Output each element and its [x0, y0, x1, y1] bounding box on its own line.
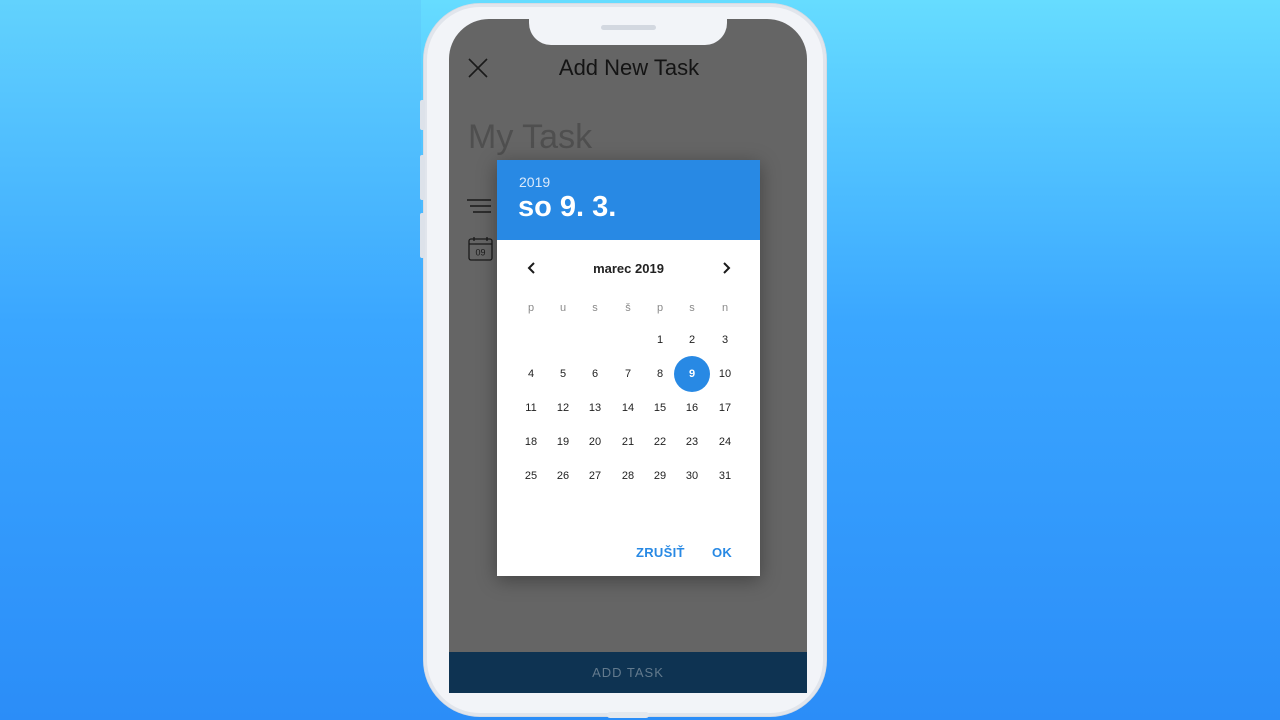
selected-date-label: so 9. 3.: [518, 191, 617, 223]
prev-month-button[interactable]: [521, 257, 543, 279]
phone-side-button: [420, 100, 425, 130]
menu-lines-icon[interactable]: [467, 198, 491, 214]
calendar-day[interactable]: 6: [577, 356, 613, 392]
calendar-day[interactable]: 19: [545, 424, 581, 460]
calendar-day[interactable]: 26: [545, 458, 581, 494]
calendar-day[interactable]: 4: [513, 356, 549, 392]
calendar-day[interactable]: 10: [707, 356, 743, 392]
weekday-label: u: [559, 302, 567, 314]
calendar-day[interactable]: 28: [610, 458, 646, 494]
calendar-day-selected[interactable]: 9: [674, 356, 710, 392]
calendar-day[interactable]: 25: [513, 458, 549, 494]
weekday-label: s: [689, 302, 695, 314]
date-picker-dialog: 2019 so 9. 3. marec 2019 pusšpsn 1234567…: [497, 160, 760, 576]
weekday-label: š: [625, 302, 631, 314]
calendar-day[interactable]: 29: [642, 458, 678, 494]
calendar-day[interactable]: 16: [674, 390, 710, 426]
phone-speaker: [601, 25, 656, 30]
calendar-day[interactable]: 24: [707, 424, 743, 460]
chevron-right-icon: [723, 262, 731, 274]
calendar-day[interactable]: 23: [674, 424, 710, 460]
phone-home-indicator: [607, 712, 649, 718]
task-name-input[interactable]: My Task: [468, 118, 592, 157]
weekday-label: p: [527, 302, 535, 314]
calendar-day[interactable]: 21: [610, 424, 646, 460]
calendar-day[interactable]: 31: [707, 458, 743, 494]
weekday-label: s: [592, 302, 598, 314]
calendar-icon[interactable]: 09: [468, 236, 494, 262]
calendar-day[interactable]: 2: [674, 322, 710, 358]
year-label[interactable]: 2019: [519, 174, 550, 190]
date-picker-header: 2019 so 9. 3.: [497, 160, 760, 240]
calendar-day[interactable]: 3: [707, 322, 743, 358]
close-icon[interactable]: [468, 58, 488, 78]
next-month-button[interactable]: [715, 257, 737, 279]
calendar-day[interactable]: 14: [610, 390, 646, 426]
calendar-day[interactable]: 1: [642, 322, 678, 358]
calendar-day[interactable]: 7: [610, 356, 646, 392]
weekday-label: p: [656, 302, 664, 314]
calendar-day[interactable]: 20: [577, 424, 613, 460]
calendar-day[interactable]: 5: [545, 356, 581, 392]
calendar-day[interactable]: 18: [513, 424, 549, 460]
ok-button[interactable]: OK: [712, 545, 732, 560]
calendar-day[interactable]: 15: [642, 390, 678, 426]
phone-side-button: [420, 155, 425, 200]
calendar-day[interactable]: 27: [577, 458, 613, 494]
phone-side-button: [420, 213, 425, 258]
calendar-day[interactable]: 22: [642, 424, 678, 460]
add-task-button[interactable]: ADD TASK: [449, 652, 807, 693]
month-label: marec 2019: [593, 261, 664, 276]
calendar-day[interactable]: 8: [642, 356, 678, 392]
weekday-label: n: [721, 302, 729, 314]
background-left: [0, 0, 421, 720]
calendar-day[interactable]: 11: [513, 390, 549, 426]
calendar-day[interactable]: 17: [707, 390, 743, 426]
cancel-button[interactable]: ZRUŠIŤ: [636, 545, 685, 560]
chevron-left-icon: [527, 262, 535, 274]
calendar-day[interactable]: 13: [577, 390, 613, 426]
calendar-day[interactable]: 30: [674, 458, 710, 494]
page-title: Add New Task: [558, 55, 700, 80]
calendar-day[interactable]: 12: [545, 390, 581, 426]
calendar-icon-day: 09: [475, 248, 485, 258]
